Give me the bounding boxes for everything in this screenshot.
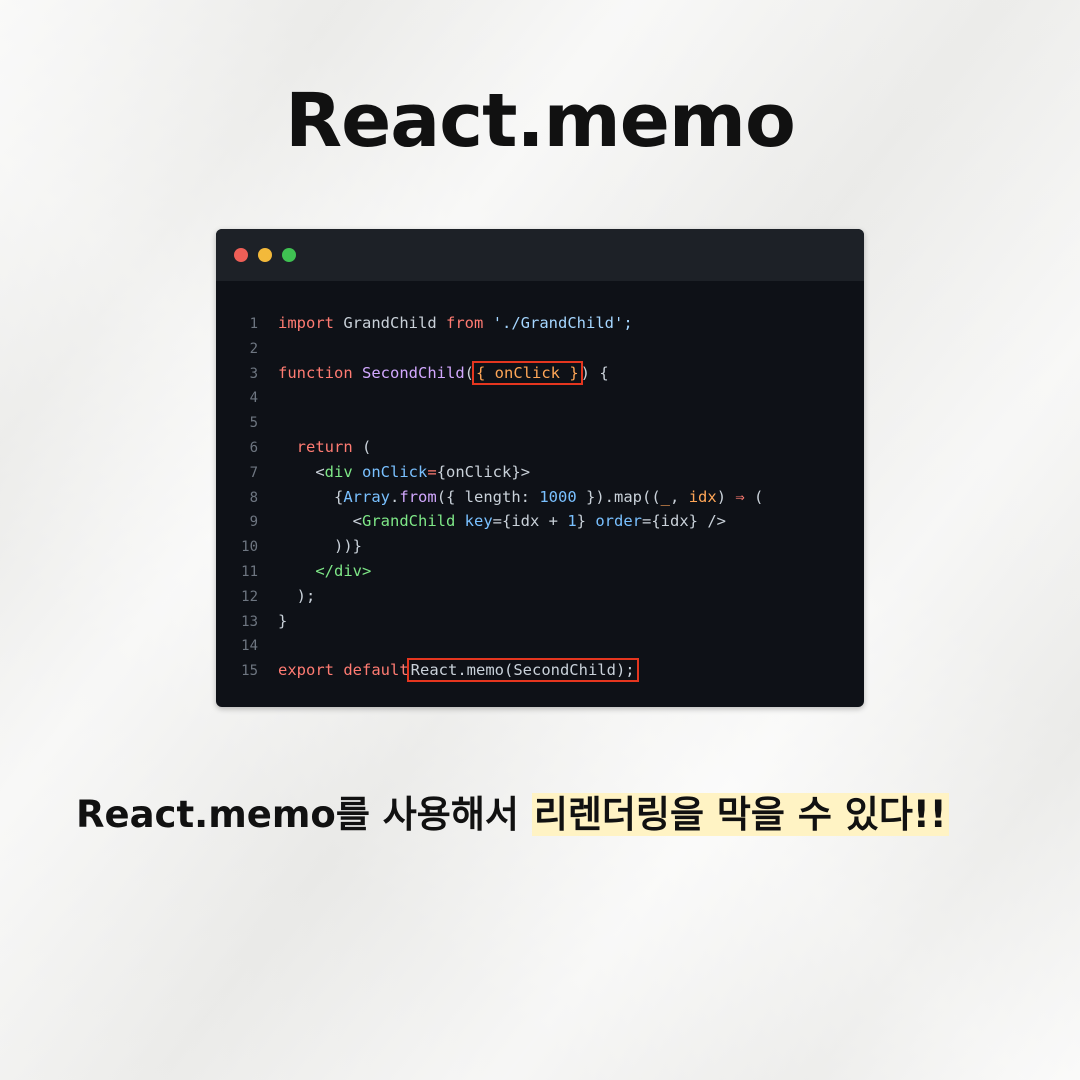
line-number: 6 xyxy=(249,439,258,456)
line-number: 7 xyxy=(249,464,258,481)
punct: ( xyxy=(464,363,474,382)
line-number: 2 xyxy=(249,340,258,357)
code-line-15: 15 export default React.memo(SecondChild); xyxy=(216,658,864,683)
line-number: 10 xyxy=(241,539,258,556)
punct: > xyxy=(520,462,531,481)
punct: = xyxy=(427,462,437,481)
code-line-13: 13} xyxy=(216,609,864,634)
line-number: 14 xyxy=(241,638,258,655)
jsx-attr: onClick xyxy=(362,462,428,481)
args: }).map(( xyxy=(576,487,661,506)
jsx-value: ={idx} xyxy=(642,512,708,531)
caption-lead: React.memo를 사용해서 xyxy=(76,793,532,836)
code-line-3: 3 function SecondChild({ onClick }) { xyxy=(216,360,864,386)
punct: . xyxy=(390,487,400,506)
code-line-6: 6 return ( xyxy=(216,435,864,460)
keyword-from: from xyxy=(446,314,484,332)
caption-highlight: 리렌더링을 막을 수 있다!! xyxy=(531,793,949,836)
punct: ( xyxy=(362,437,372,456)
keyword-import: import xyxy=(278,314,334,332)
code-line-14: 14 xyxy=(216,633,864,658)
punct: < xyxy=(315,462,325,481)
maximize-dot-icon xyxy=(282,248,296,262)
punct: ); xyxy=(296,586,316,605)
arrow: ⇒ xyxy=(735,487,745,506)
jsx-value: {onClick} xyxy=(436,462,521,481)
highlighted-memo-call: React.memo(SecondChild); xyxy=(406,658,639,683)
code-line-9: 9 <GrandChild key={idx + 1} order={idx} … xyxy=(216,509,864,534)
identifier-array: Array xyxy=(343,487,391,506)
code-window: 1 import GrandChild from './GrandChild'; … xyxy=(216,229,864,707)
string-path: './GrandChild'; xyxy=(492,314,633,332)
line-number: 5 xyxy=(249,415,258,432)
line-number: 9 xyxy=(249,514,258,531)
line-number: 11 xyxy=(241,563,258,580)
code-line-4: 4 xyxy=(216,385,864,410)
line-number: 12 xyxy=(241,588,258,605)
punct: , xyxy=(670,487,689,506)
line-number: 3 xyxy=(249,365,258,382)
highlighted-params: { onClick } xyxy=(472,360,583,385)
jsx-tag: div xyxy=(324,462,353,481)
page-title: React.memo xyxy=(285,78,796,164)
method-from: from xyxy=(399,487,437,506)
code-line-7: 7 <div onClick={onClick}> xyxy=(216,460,864,485)
code-line-1: 1 import GrandChild from './GrandChild'; xyxy=(216,311,864,336)
punct: } xyxy=(278,611,288,630)
code-line-5: 5 xyxy=(216,410,864,435)
line-number: 13 xyxy=(241,613,258,630)
minimize-dot-icon xyxy=(258,248,272,262)
line-number: 1 xyxy=(249,316,258,332)
param: _ xyxy=(660,487,671,506)
keyword-export: export xyxy=(278,661,334,680)
line-number: 8 xyxy=(249,489,258,506)
punct: ( xyxy=(744,487,764,506)
code-line-10: 10 ))} xyxy=(216,534,864,559)
identifier: GrandChild xyxy=(343,314,437,332)
code-line-11: 11 </div> xyxy=(216,559,864,584)
close-dot-icon xyxy=(234,248,248,262)
line-number: 4 xyxy=(249,390,258,407)
code-line-12: 12 ); xyxy=(216,584,864,609)
keyword-default: default xyxy=(343,661,409,680)
jsx-attr: key xyxy=(464,512,493,531)
punct: ))} xyxy=(334,537,362,556)
window-titlebar xyxy=(216,229,864,281)
jsx-attr: order xyxy=(595,512,643,531)
code-line-8: 8 {Array.from({ length: 1000 }).map((_, … xyxy=(216,485,864,510)
punct: /> xyxy=(707,512,727,531)
punct: < xyxy=(352,512,362,531)
code-block: 1 import GrandChild from './GrandChild'; … xyxy=(216,311,864,683)
keyword-return: return xyxy=(296,437,353,456)
punct: ) { xyxy=(580,363,609,382)
jsx-close-tag: </div> xyxy=(315,561,372,580)
punct: ) xyxy=(716,487,736,506)
function-name: SecondChild xyxy=(362,363,465,382)
jsx-value: ={idx + xyxy=(492,512,568,531)
punct: { xyxy=(334,487,344,506)
jsx-tag: GrandChild xyxy=(362,512,456,531)
param: idx xyxy=(688,487,717,506)
keyword-function: function xyxy=(278,363,353,382)
caption: React.memo를 사용해서 리렌더링을 막을 수 있다!! xyxy=(76,784,949,838)
punct: } xyxy=(576,512,596,531)
code-line-2: 2 xyxy=(216,336,864,361)
number: 1 xyxy=(567,512,577,531)
args: ({ length: xyxy=(436,487,540,506)
number: 1000 xyxy=(539,487,577,506)
line-number: 15 xyxy=(241,663,258,680)
